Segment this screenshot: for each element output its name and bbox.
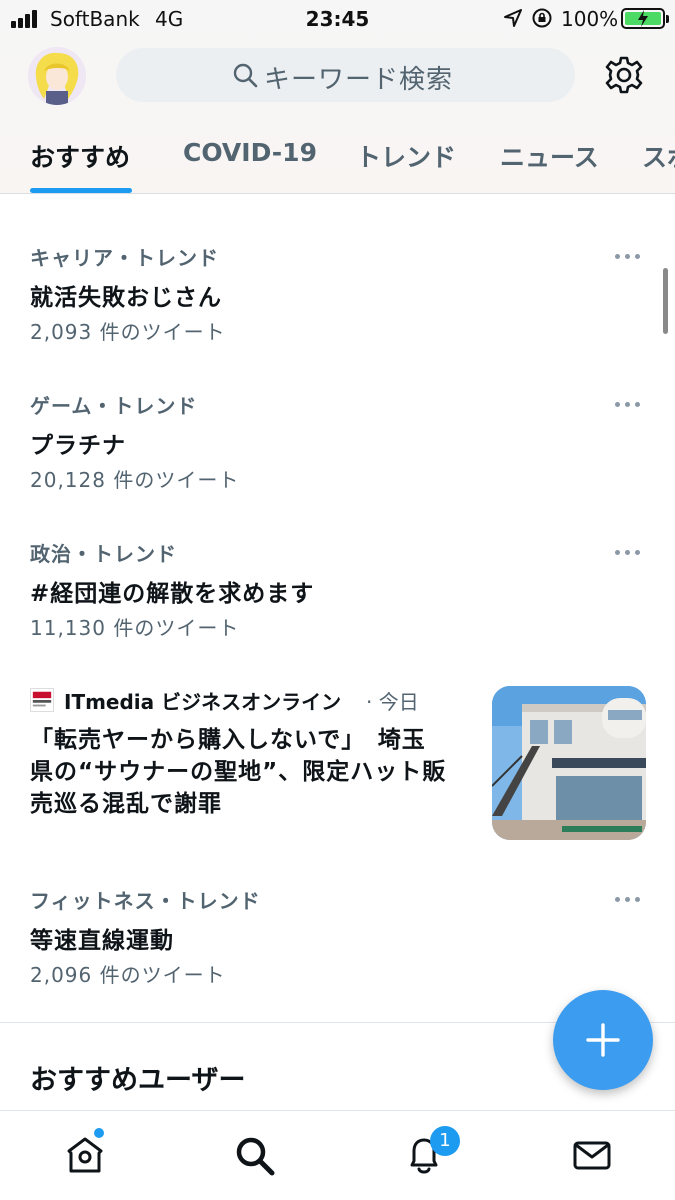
headline-line: 「転売ヤーから購入しないで」 埼玉 xyxy=(30,727,426,753)
trend-category: キャリア・トレンド xyxy=(30,246,219,270)
more-options-icon[interactable] xyxy=(615,400,643,408)
search-icon[interactable] xyxy=(232,1133,276,1177)
news-source: ITmedia ビジネスオンライン xyxy=(64,690,342,714)
top-header: SoftBank 4G 23:45 100% キーワード検索 おすすめ COVI… xyxy=(0,0,675,194)
tab-trends[interactable]: トレンド xyxy=(356,138,456,174)
tab-recommended[interactable]: おすすめ xyxy=(30,138,130,174)
battery-percent: 100% xyxy=(561,7,619,31)
plus-icon xyxy=(586,1023,620,1057)
trend-item[interactable]: 政治・トレンド #経団連の解散を求めます 11,130 件のツイート xyxy=(0,538,675,678)
itmedia-logo-icon xyxy=(30,688,54,712)
trend-item[interactable]: キャリア・トレンド 就活失敗おじさん 2,093 件のツイート xyxy=(0,242,675,382)
rotation-lock-icon xyxy=(532,8,552,28)
explore-tabs: おすすめ COVID-19 トレンド ニュース スポ xyxy=(0,130,675,194)
home-unread-dot xyxy=(94,1128,104,1138)
bottom-navigation xyxy=(0,1110,675,1200)
trend-name: 等速直線運動 xyxy=(30,928,174,954)
status-bar: SoftBank 4G 23:45 100% xyxy=(0,0,675,38)
section-title: おすすめユーザー xyxy=(30,1065,246,1096)
trend-category: フィットネス・トレンド xyxy=(30,889,261,913)
trend-category: 政治・トレンド xyxy=(30,542,177,566)
trend-tweet-count: 2,093 件のツイート xyxy=(30,320,226,344)
messages-mail-icon[interactable] xyxy=(570,1133,614,1177)
compose-tweet-button[interactable] xyxy=(553,990,653,1090)
news-time: · 今日 xyxy=(366,690,419,714)
tab-covid19[interactable]: COVID-19 xyxy=(183,138,317,167)
location-icon xyxy=(504,9,522,27)
trend-item[interactable]: ゲーム・トレンド プラチナ 20,128 件のツイート xyxy=(0,390,675,530)
trend-category: ゲーム・トレンド xyxy=(30,394,198,418)
home-icon[interactable] xyxy=(63,1133,107,1177)
headline-line: 売巡る混乱で謝罪 xyxy=(30,791,222,817)
trend-name: #経団連の解散を求めます xyxy=(30,581,315,607)
trend-tweet-count: 2,096 件のツイート xyxy=(30,963,226,987)
trend-tweet-count: 20,128 件のツイート xyxy=(30,468,240,492)
news-headline: 「転売ヤーから購入しないで」 埼玉 県の“サウナーの聖地”、限定ハット販 売巡る… xyxy=(30,724,470,820)
settings-gear-icon[interactable] xyxy=(604,55,644,95)
notifications-badge: 1 xyxy=(430,1126,460,1156)
search-placeholder: キーワード検索 xyxy=(264,65,454,95)
search-icon xyxy=(233,63,258,88)
news-thumbnail[interactable] xyxy=(492,686,646,840)
trend-tweet-count: 11,130 件のツイート xyxy=(30,616,240,640)
trend-name: プラチナ xyxy=(30,433,126,459)
trend-name: 就活失敗おじさん xyxy=(30,285,222,311)
tab-sports[interactable]: スポ xyxy=(642,138,675,174)
news-item[interactable]: ITmedia ビジネスオンライン · 今日 「転売ヤーから購入しないで」 埼玉… xyxy=(0,686,675,846)
more-options-icon[interactable] xyxy=(615,895,643,903)
more-options-icon[interactable] xyxy=(615,252,643,260)
more-options-icon[interactable] xyxy=(615,548,643,556)
tab-active-indicator xyxy=(30,188,132,193)
headline-line: 県の“サウナーの聖地”、限定ハット販 xyxy=(30,759,447,785)
avatar[interactable] xyxy=(28,47,86,105)
search-bar[interactable]: キーワード検索 xyxy=(116,48,575,102)
battery-icon xyxy=(621,8,669,29)
tab-news[interactable]: ニュース xyxy=(500,138,599,174)
